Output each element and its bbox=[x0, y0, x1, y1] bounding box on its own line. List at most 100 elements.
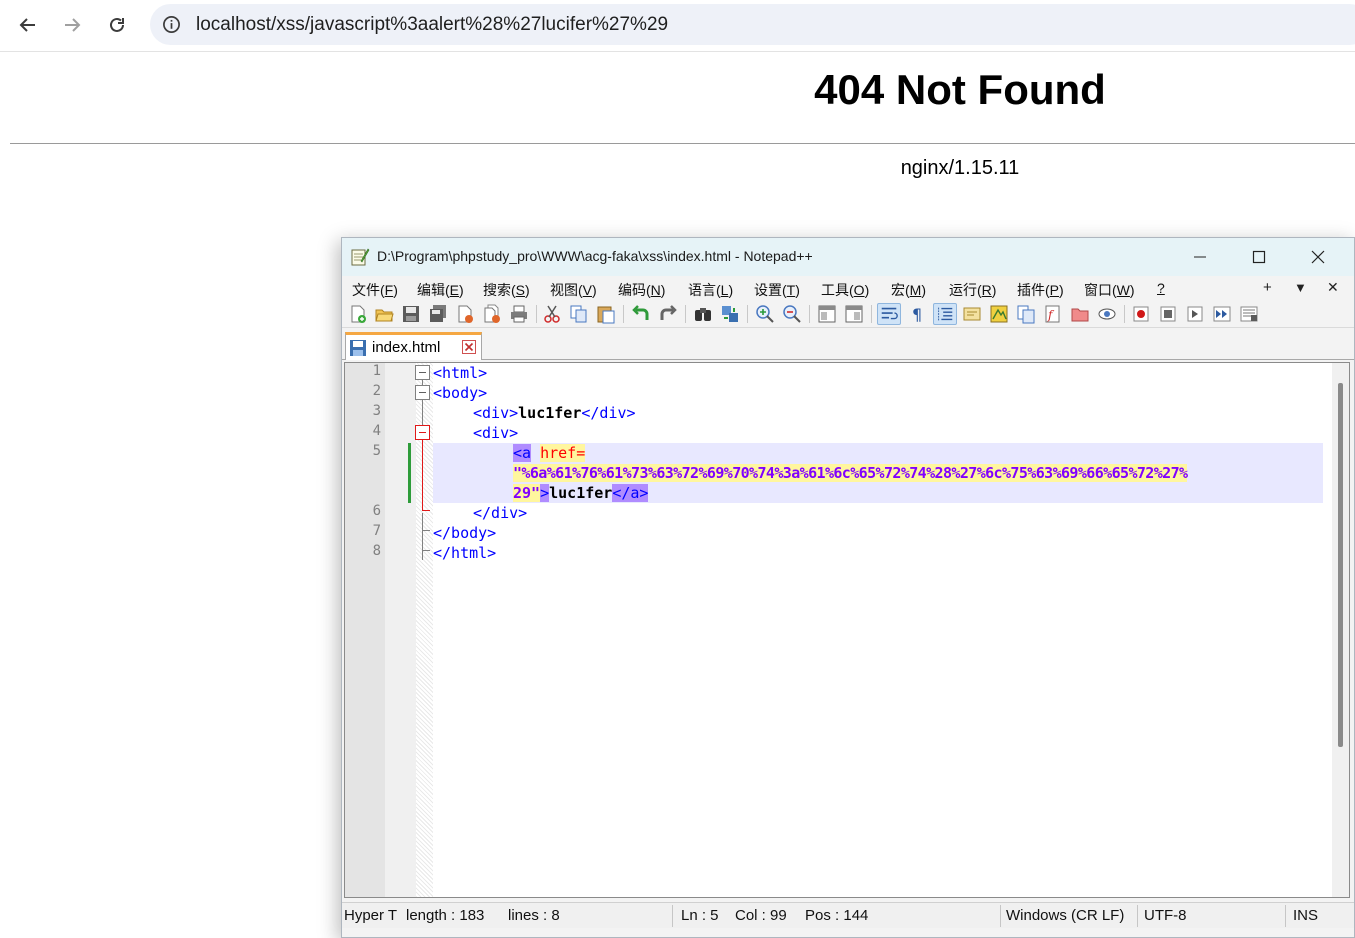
zoom-out-icon[interactable] bbox=[782, 304, 802, 324]
forward-button[interactable] bbox=[56, 9, 88, 41]
fold-toggle-icon[interactable] bbox=[415, 365, 430, 380]
line-number: 4 bbox=[372, 423, 381, 439]
close-tab-icon[interactable] bbox=[462, 340, 476, 354]
folder-workspace-icon[interactable] bbox=[1070, 304, 1090, 324]
indent-guide-icon[interactable] bbox=[933, 303, 957, 325]
status-insert-mode[interactable]: INS bbox=[1293, 907, 1318, 924]
code-line-5-wrap-1: "%6a%61%76%61%73%63%72%69%70%74%3a%61%6c… bbox=[513, 464, 1188, 482]
toolbar-separator bbox=[809, 305, 810, 323]
close-window-button[interactable] bbox=[1289, 238, 1347, 276]
line-number: 1 bbox=[372, 363, 381, 379]
menu-settings[interactable]: 设置(T) bbox=[754, 280, 800, 300]
new-tab-button[interactable]: + bbox=[1263, 279, 1272, 296]
notepad-window: D:\Program\phpstudy_pro\WWW\acg-faka\xss… bbox=[341, 237, 1355, 938]
word-wrap-icon[interactable] bbox=[877, 303, 901, 325]
tab-list-button[interactable]: ▼ bbox=[1294, 280, 1307, 295]
menu-tools[interactable]: 工具(O) bbox=[821, 280, 869, 300]
redo-icon[interactable] bbox=[658, 304, 678, 324]
copy-icon[interactable] bbox=[569, 304, 589, 324]
status-eol[interactable]: Windows (CR LF) bbox=[1006, 907, 1124, 924]
menu-macro[interactable]: 宏(M) bbox=[891, 280, 926, 300]
monitoring-icon[interactable] bbox=[1097, 304, 1117, 324]
undo-icon[interactable] bbox=[631, 304, 651, 324]
doc-list-icon[interactable] bbox=[1016, 304, 1036, 324]
save-all-icon[interactable] bbox=[428, 304, 448, 324]
code-line-6: </div> bbox=[473, 504, 528, 522]
code-line-5-wrap-2: 29">luc1fer</a> bbox=[513, 484, 649, 502]
fold-toggle-icon[interactable] bbox=[415, 385, 430, 400]
function-list-icon[interactable]: f bbox=[1043, 304, 1063, 324]
close-icon bbox=[1311, 250, 1325, 264]
status-encoding[interactable]: UTF-8 bbox=[1144, 907, 1187, 924]
page-title-text: 404 Not Found bbox=[814, 66, 1106, 113]
print-icon[interactable] bbox=[509, 304, 529, 324]
url-text[interactable]: localhost/xss/javascript%3aalert%28%27lu… bbox=[196, 14, 668, 36]
line-number: 8 bbox=[372, 543, 381, 559]
toolbar: ¶ f bbox=[342, 300, 1354, 328]
record-macro-icon[interactable] bbox=[1131, 304, 1151, 324]
sync-vertical-icon[interactable] bbox=[817, 304, 837, 324]
paste-icon[interactable] bbox=[596, 304, 616, 324]
menu-window[interactable]: 窗口(W) bbox=[1084, 280, 1135, 300]
code-line-3: <div>luc1fer</div> bbox=[473, 404, 636, 422]
code-line-5: <a href= bbox=[513, 444, 586, 462]
saved-file-icon bbox=[350, 340, 366, 356]
menu-plugins[interactable]: 插件(P) bbox=[1017, 280, 1064, 300]
show-all-chars-icon[interactable]: ¶ bbox=[907, 304, 927, 324]
fold-end-marker bbox=[422, 510, 430, 511]
close-doc-button[interactable]: ✕ bbox=[1327, 279, 1339, 296]
window-title: D:\Program\phpstudy_pro\WWW\acg-faka\xss… bbox=[377, 248, 813, 264]
address-bar[interactable]: localhost/xss/javascript%3aalert%28%27lu… bbox=[150, 4, 1355, 45]
status-length: length : 183 bbox=[406, 907, 485, 924]
menu-edit[interactable]: 编辑(E) bbox=[417, 280, 464, 300]
user-defined-lang-icon[interactable] bbox=[962, 304, 982, 324]
code-line-8: </html> bbox=[433, 544, 497, 562]
menu-run[interactable]: 运行(R) bbox=[949, 280, 996, 300]
cut-icon[interactable] bbox=[542, 304, 562, 324]
code-editor[interactable]: 1 2 3 4 5 6 7 8 <html> <body> <div>luc1f… bbox=[344, 362, 1350, 898]
minimize-icon bbox=[1194, 256, 1206, 258]
code-line-4: <div> bbox=[473, 424, 519, 442]
line-number: 5 bbox=[372, 443, 381, 459]
open-file-icon[interactable] bbox=[374, 304, 394, 324]
save-macro-icon[interactable] bbox=[1239, 304, 1259, 324]
close-all-icon[interactable] bbox=[482, 304, 502, 324]
fold-end-marker bbox=[422, 550, 430, 551]
stop-macro-icon[interactable] bbox=[1158, 304, 1178, 324]
menu-language[interactable]: 语言(L) bbox=[688, 280, 733, 300]
status-line: Ln : 5 bbox=[681, 907, 719, 924]
doc-map-icon[interactable] bbox=[989, 304, 1009, 324]
zoom-in-icon[interactable] bbox=[755, 304, 775, 324]
vertical-scrollbar[interactable] bbox=[1332, 363, 1349, 897]
fold-toggle-icon[interactable] bbox=[415, 425, 430, 440]
svg-text:¶: ¶ bbox=[912, 305, 922, 324]
menu-file[interactable]: 文件(F) bbox=[352, 280, 398, 300]
toolbar-separator bbox=[623, 305, 624, 323]
save-icon[interactable] bbox=[401, 304, 421, 324]
menu-help[interactable]: ? bbox=[1157, 280, 1165, 296]
maximize-button[interactable] bbox=[1230, 238, 1288, 276]
menu-encoding[interactable]: 编码(N) bbox=[618, 280, 665, 300]
play-macro-icon[interactable] bbox=[1185, 304, 1205, 324]
replace-icon[interactable] bbox=[720, 304, 740, 324]
menu-search[interactable]: 搜索(S) bbox=[483, 280, 530, 300]
toolbar-separator bbox=[871, 305, 872, 323]
site-info-icon[interactable] bbox=[162, 15, 181, 34]
line-number: 3 bbox=[372, 403, 381, 419]
divider bbox=[10, 143, 1355, 144]
back-button[interactable] bbox=[12, 9, 44, 41]
new-file-icon[interactable] bbox=[348, 304, 368, 324]
tab-index-html[interactable]: index.html bbox=[345, 332, 482, 360]
minimize-button[interactable] bbox=[1171, 238, 1229, 276]
code-line-1: <html> bbox=[433, 364, 488, 382]
close-file-icon[interactable] bbox=[455, 304, 475, 324]
line-number: 2 bbox=[372, 383, 381, 399]
menu-view[interactable]: 视图(V) bbox=[550, 280, 597, 300]
run-macro-multiple-icon[interactable] bbox=[1212, 304, 1232, 324]
window-titlebar[interactable]: D:\Program\phpstudy_pro\WWW\acg-faka\xss… bbox=[342, 238, 1354, 276]
fold-stripe bbox=[416, 363, 433, 897]
find-icon[interactable] bbox=[693, 304, 713, 324]
sync-horizontal-icon[interactable] bbox=[844, 304, 864, 324]
reload-button[interactable] bbox=[101, 9, 133, 41]
scrollbar-thumb[interactable] bbox=[1338, 383, 1343, 747]
